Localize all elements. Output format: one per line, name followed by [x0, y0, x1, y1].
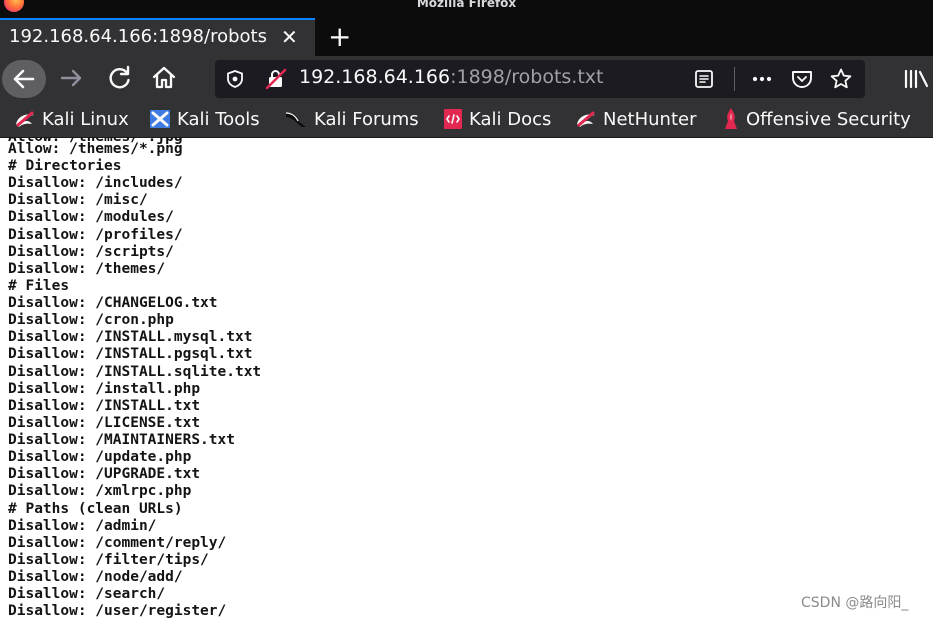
robots-rule-line: Disallow: /node/add/	[8, 569, 183, 585]
robots-rule-line: Disallow: /INSTALL.txt	[8, 397, 201, 414]
robots-rule-line: Allow: /themes/*.png	[8, 141, 183, 157]
csdn-watermark: CSDN @路向阳_	[801, 595, 909, 611]
robots-rule-line: Disallow: /filter/tips/	[8, 551, 209, 568]
robots-rule-line: Disallow: /user/register/	[8, 603, 227, 619]
reader-view-icon	[695, 70, 713, 88]
back-button[interactable]	[2, 60, 46, 98]
url-bar[interactable]: 192.168.64.166:1898/robots.txt	[215, 60, 865, 98]
bookmark-kali-tools[interactable]: Kali Tools	[149, 106, 260, 132]
url-bar-divider	[734, 67, 735, 91]
robots-rule-line: Disallow: /install.php	[8, 380, 201, 397]
robots-rule-line: Disallow: /cron.php	[8, 312, 174, 329]
robots-rule-line: Disallow: /CHANGELOG.txt	[8, 295, 218, 312]
shield-icon	[227, 70, 243, 88]
robots-rule-line: Disallow: /search/	[8, 586, 166, 603]
library-button[interactable]	[903, 67, 933, 91]
robots-comment-line: # Files	[8, 277, 70, 294]
robots-rule-line: Disallow: /profiles/	[8, 226, 183, 243]
tab-robots[interactable]: 192.168.64.166:1898/robots ✕	[0, 18, 315, 56]
library-icon	[904, 69, 929, 89]
insecure-connection-button[interactable]	[265, 68, 287, 90]
pocket-button[interactable]	[790, 68, 814, 90]
navigation-toolbar: 192.168.64.166:1898/robots.txt	[0, 56, 933, 102]
url-path: :1898/robots.txt	[450, 66, 604, 88]
robots-rule-line: Disallow: /update.php	[8, 449, 192, 466]
kali-forums-icon	[285, 112, 306, 127]
page-content: Allow: /themes/*.jpg Allow: /themes/*.pn…	[0, 138, 933, 619]
bookmark-label: NetHunter	[603, 108, 697, 130]
offensive-security-icon	[725, 108, 737, 129]
tab-title: 192.168.64.166:1898/robots	[9, 26, 267, 47]
forward-button[interactable]	[58, 64, 86, 92]
bookmark-kali-forums[interactable]: Kali Forums	[284, 106, 419, 132]
bookmark-label: Offensive Security	[746, 108, 911, 130]
kali-docs-icon	[444, 109, 462, 129]
back-arrow-icon	[13, 69, 35, 89]
robots-comment-line: # Directories	[8, 158, 122, 175]
forward-arrow-icon	[60, 69, 82, 87]
robots-rule-line: Disallow: /comment/reply/	[8, 534, 227, 551]
url-host: 192.168.64.166	[299, 66, 451, 88]
robots-rule-line: Disallow: /LICENSE.txt	[8, 414, 201, 431]
bookmark-label: Kali Tools	[177, 108, 260, 130]
robots-rule-line: Disallow: /INSTALL.mysql.txt	[8, 329, 253, 346]
url-text: 192.168.64.166:1898/robots.txt	[299, 66, 604, 88]
robots-rule-line: Disallow: /MAINTAINERS.txt	[8, 432, 235, 449]
robots-comment-line: # Paths (clean URLs)	[8, 500, 183, 517]
bookmark-label: Kali Docs	[469, 108, 552, 130]
more-horizontal-icon	[752, 76, 772, 82]
robots-rule-line: Disallow: /scripts/	[8, 243, 174, 260]
kali-dragon-icon	[16, 111, 34, 127]
tracking-protection-button[interactable]	[225, 69, 245, 89]
nethunter-icon	[577, 111, 595, 127]
robots-rule-line: Disallow: /includes/	[8, 175, 183, 192]
bookmark-nethunter[interactable]: NetHunter	[575, 106, 696, 132]
robots-rule-line: Disallow: /themes/	[8, 260, 166, 277]
robots-rule-line: Disallow: /modules/	[8, 209, 174, 226]
insecure-lock-icon	[265, 68, 287, 90]
bookmark-label: Kali Linux	[42, 108, 129, 130]
bookmark-star-button[interactable]	[829, 67, 853, 91]
bookmark-offensive-security[interactable]: Offensive Security	[722, 106, 911, 132]
bookmark-kali-linux[interactable]: Kali Linux	[14, 106, 129, 132]
bookmark-label: Kali Forums	[314, 108, 419, 130]
tab-close-icon[interactable]: ✕	[281, 25, 298, 49]
tab-strip: 192.168.64.166:1898/robots ✕ +	[0, 18, 933, 56]
window-title: Mozilla Firefox	[416, 0, 517, 10]
home-button[interactable]	[150, 64, 178, 92]
robots-rule-line: Disallow: /misc/	[8, 192, 148, 209]
star-icon	[830, 68, 852, 89]
robots-rule-line: Disallow: /INSTALL.sqlite.txt	[8, 363, 262, 380]
window-titlebar: Mozilla Firefox	[0, 0, 933, 18]
pocket-icon	[792, 71, 812, 88]
home-icon	[152, 66, 176, 89]
robots-rule-line: Disallow: /xmlrpc.php	[8, 483, 192, 500]
reload-button[interactable]	[106, 64, 134, 92]
page-actions-button[interactable]	[750, 68, 774, 90]
bookmark-kali-docs[interactable]: Kali Docs	[443, 106, 551, 132]
robots-rule-line: Disallow: /UPGRADE.txt	[8, 466, 201, 483]
reader-view-button[interactable]	[693, 68, 715, 90]
robots-rule-line: Disallow: /admin/	[8, 517, 157, 534]
reload-icon	[109, 65, 130, 89]
bookmarks-toolbar: Kali Linux Kali Tools Kali Forums Kali D…	[0, 102, 933, 138]
new-tab-button[interactable]: +	[328, 20, 351, 53]
robots-rule-line: Disallow: /INSTALL.pgsql.txt	[8, 346, 253, 363]
kali-tools-icon	[150, 110, 170, 128]
